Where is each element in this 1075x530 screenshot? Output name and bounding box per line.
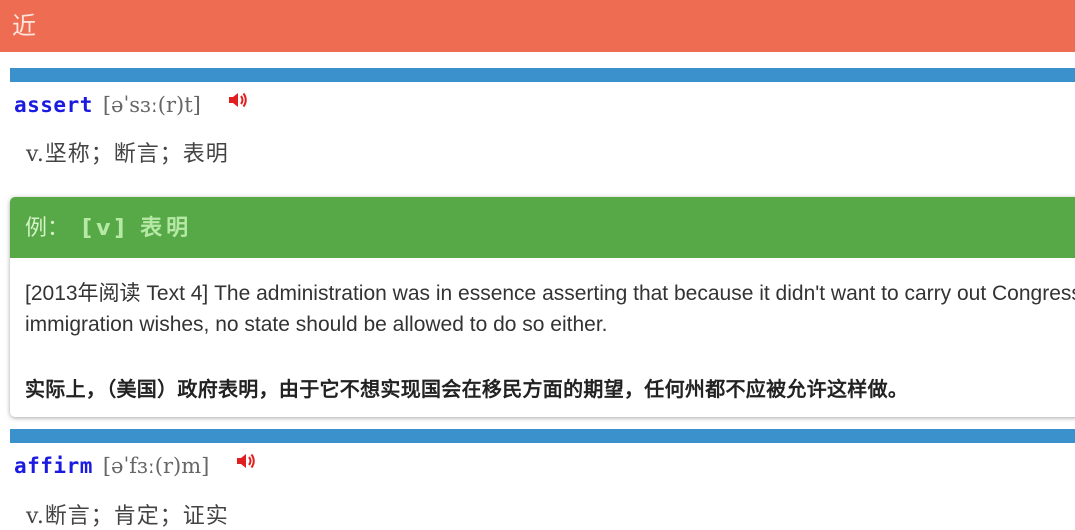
- entry-phonetic: [əˈsɜː(r)t]: [102, 93, 201, 117]
- example-card: 例： [v] 表明 [2013年阅读 Text 4] The administr…: [10, 197, 1075, 417]
- entry-phonetic: [əˈfɜː(r)m]: [102, 454, 210, 478]
- header-title: 近: [12, 12, 36, 40]
- entry-divider: [10, 68, 1075, 82]
- speaker-icon[interactable]: [235, 451, 257, 471]
- entry-definition: v.断言；肯定；证实: [26, 504, 229, 529]
- page-header: 近: [0, 0, 1075, 52]
- entry-divider: [10, 429, 1075, 443]
- entry-word[interactable]: assert: [14, 93, 93, 117]
- example-english: [2013年阅读 Text 4] The administration was …: [25, 282, 1075, 336]
- entry-assert-heading: assert [əˈsɜː(r)t]: [14, 88, 249, 122]
- example-tag: [v] 表明: [82, 216, 193, 241]
- entry-affirm-heading: affirm [əˈfɜː(r)m]: [14, 449, 257, 483]
- entry-word[interactable]: affirm: [14, 454, 93, 478]
- entry-definition: v.坚称；断言；表明: [26, 142, 229, 167]
- example-header: 例： [v] 表明: [10, 197, 1075, 258]
- example-body: [2013年阅读 Text 4] The administration was …: [10, 258, 1075, 402]
- example-chinese: 实际上，（美国）政府表明，由于它不想实现国会在移民方面的期望，任何州都不应被允许…: [25, 377, 909, 401]
- example-label: 例：: [25, 216, 70, 241]
- speaker-icon[interactable]: [227, 90, 249, 110]
